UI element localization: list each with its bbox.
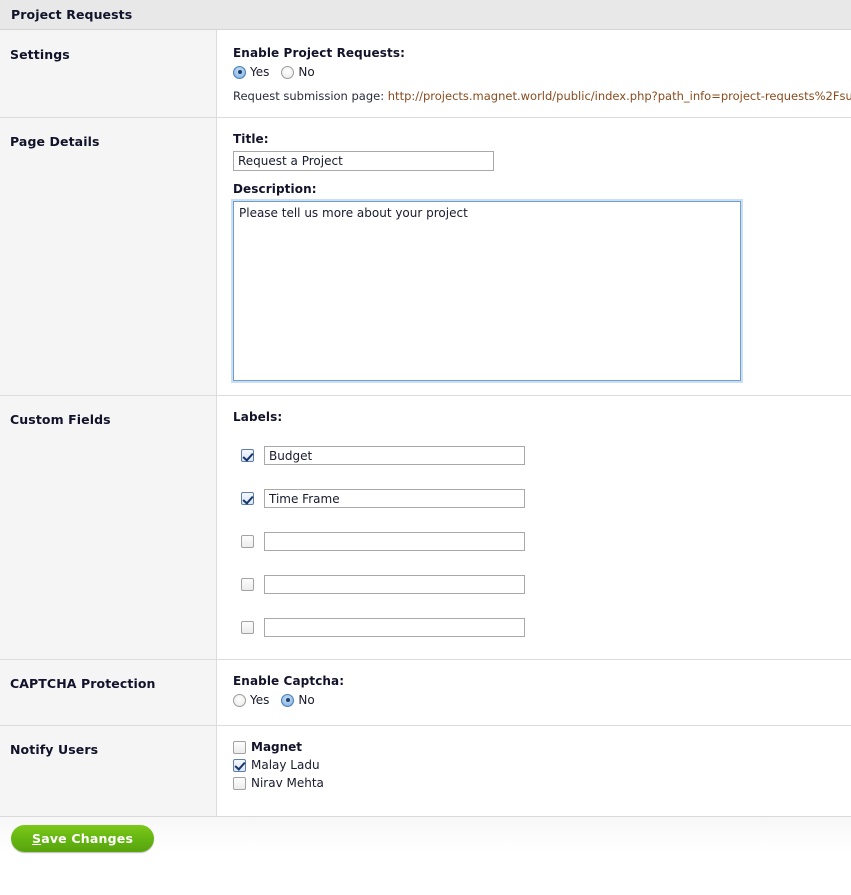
notify-user-label-malay-ladu[interactable]: Malay Ladu (251, 758, 320, 772)
description-textarea-wrapper (233, 201, 741, 381)
radio-enable-no[interactable] (281, 65, 295, 79)
section-page-details-body: Title: Description: (217, 118, 851, 395)
custom-fields-list (233, 434, 851, 649)
title-input[interactable] (233, 151, 494, 171)
section-settings-label-col: Settings (0, 30, 217, 117)
custom-field-checkbox-cell (233, 449, 264, 462)
custom-field-checkbox-5[interactable] (241, 621, 254, 634)
radio-captcha-no-label[interactable]: No (298, 693, 314, 707)
save-changes-label: ave Changes (41, 831, 134, 846)
notify-user-label-magnet[interactable]: Magnet (251, 740, 302, 754)
request-submission-page-link[interactable]: http://projects.magnet.world/public/inde… (388, 89, 851, 103)
custom-field-checkbox-1[interactable] (241, 449, 254, 462)
custom-field-input-4[interactable] (264, 575, 525, 594)
notify-user-checkbox-malay-ladu[interactable] (233, 758, 246, 772)
custom-field-row (233, 477, 851, 520)
radio-enable-yes-label[interactable]: Yes (250, 65, 269, 79)
section-custom-fields-label-col: Custom Fields (0, 396, 217, 659)
section-captcha: CAPTCHA Protection Enable Captcha: Yes N… (0, 660, 851, 725)
section-settings-label: Settings (10, 47, 70, 62)
custom-field-checkbox-cell (233, 492, 264, 505)
save-changes-accesskey: S (32, 831, 42, 846)
description-textarea[interactable] (234, 202, 740, 380)
notify-user-row: Magnet (233, 740, 851, 754)
enable-captcha-label: Enable Captcha: (233, 674, 345, 688)
enable-project-requests-label: Enable Project Requests: (233, 46, 405, 60)
page-title: Project Requests (11, 7, 133, 22)
notify-user-row: Nirav Mehta (233, 776, 851, 790)
custom-field-row (233, 520, 851, 563)
custom-field-checkbox-cell (233, 535, 264, 548)
section-captcha-label-col: CAPTCHA Protection (0, 660, 217, 725)
title-field-label: Title: (233, 132, 269, 146)
section-notify-users-body: Magnet Malay Ladu Nirav Mehta (217, 726, 851, 816)
custom-field-checkbox-cell (233, 621, 264, 634)
custom-field-checkbox-2[interactable] (241, 492, 254, 505)
radio-enable-yes[interactable] (233, 65, 246, 79)
radio-captcha-yes[interactable] (233, 693, 246, 707)
page-header: Project Requests (0, 0, 851, 30)
custom-field-input-1[interactable] (264, 446, 525, 465)
notify-user-row: Malay Ladu (233, 758, 851, 772)
section-notify-users-label-col: Notify Users (0, 726, 217, 816)
enable-captcha-radio-group: Yes No (233, 693, 851, 707)
section-page-details: Page Details Title: Description: (0, 118, 851, 395)
custom-field-input-3[interactable] (264, 532, 525, 551)
footer-bar: Save Changes (0, 816, 851, 853)
radio-captcha-no[interactable] (281, 693, 295, 707)
section-page-details-label: Page Details (10, 134, 100, 149)
custom-field-checkbox-4[interactable] (241, 578, 254, 591)
radio-captcha-yes-label[interactable]: Yes (250, 693, 269, 707)
section-captcha-label: CAPTCHA Protection (10, 676, 156, 691)
save-changes-button[interactable]: Save Changes (11, 825, 155, 852)
labels-field-label: Labels: (233, 410, 283, 424)
section-notify-users: Notify Users Magnet Malay Ladu Nirav Meh… (0, 726, 851, 816)
section-custom-fields: Custom Fields Labels: (0, 396, 851, 659)
enable-project-requests-radio-group: Yes No (233, 65, 851, 79)
radio-enable-no-label[interactable]: No (298, 65, 314, 79)
section-page-details-label-col: Page Details (0, 118, 217, 395)
request-submission-page-prefix: Request submission page: (233, 89, 385, 103)
notify-user-checkbox-magnet[interactable] (233, 740, 246, 754)
section-custom-fields-body: Labels: (217, 396, 851, 659)
notify-user-checkbox-nirav-mehta[interactable] (233, 776, 246, 790)
custom-field-checkbox-3[interactable] (241, 535, 254, 548)
request-submission-page-row: Request submission page: http://projects… (233, 89, 851, 103)
custom-field-row (233, 434, 851, 477)
custom-field-row (233, 606, 851, 649)
section-captcha-body: Enable Captcha: Yes No (217, 660, 851, 725)
section-settings-body: Enable Project Requests: Yes No Request … (217, 30, 851, 117)
notify-user-label-nirav-mehta[interactable]: Nirav Mehta (251, 776, 324, 790)
description-field-label: Description: (233, 182, 317, 196)
section-settings: Settings Enable Project Requests: Yes No… (0, 30, 851, 117)
custom-field-row (233, 563, 851, 606)
custom-field-input-2[interactable] (264, 489, 525, 508)
custom-field-checkbox-cell (233, 578, 264, 591)
section-notify-users-label: Notify Users (10, 742, 99, 757)
custom-field-input-5[interactable] (264, 618, 525, 637)
section-custom-fields-label: Custom Fields (10, 412, 111, 427)
